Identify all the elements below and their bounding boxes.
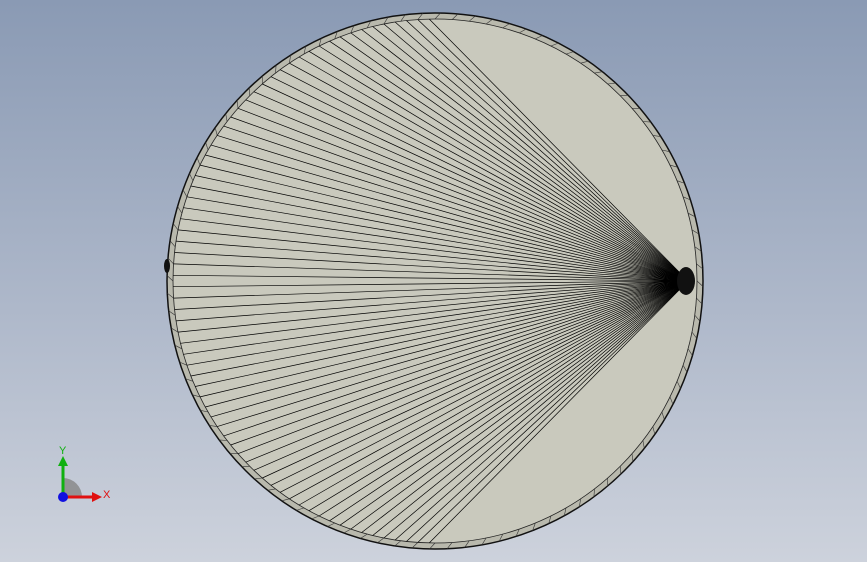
sphere-pole-point [677, 267, 695, 295]
z-axis-dot-icon [58, 492, 68, 502]
y-axis-arrow-icon [58, 456, 68, 466]
x-axis-arrow-icon [92, 492, 102, 502]
sphere-model[interactable] [0, 0, 867, 562]
graphics-viewport[interactable]: Y X [0, 0, 867, 562]
coordinate-triad: Y X [58, 445, 111, 502]
sphere-face [172, 18, 698, 544]
y-axis-label: Y [59, 445, 67, 457]
x-axis-label: X [103, 489, 111, 501]
sphere-left-nub [164, 259, 170, 273]
